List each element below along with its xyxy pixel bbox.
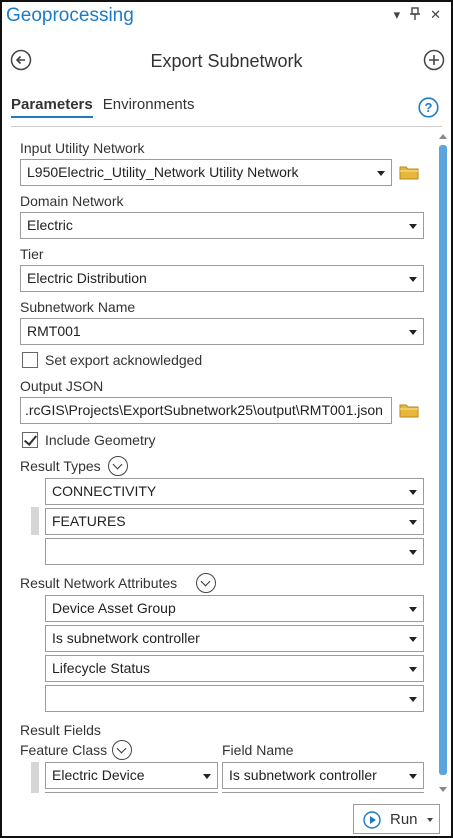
field-name-column-label: Field Name bbox=[222, 742, 294, 758]
chevron-down-icon bbox=[409, 774, 417, 779]
network-attribute-value: Lifecycle Status bbox=[52, 660, 151, 676]
set-export-ack-checkbox[interactable] bbox=[22, 352, 38, 368]
result-types-label: Result Types bbox=[20, 458, 101, 474]
scroll-down-icon[interactable] bbox=[438, 784, 448, 794]
chevron-down-icon bbox=[409, 330, 417, 335]
include-geometry-checkbox[interactable] bbox=[22, 432, 38, 448]
chevron-down-icon bbox=[409, 490, 417, 495]
field-name-select[interactable]: Is subnetwork controller bbox=[222, 762, 424, 789]
input-network-select[interactable]: L950Electric_Utility_Network Utility Net… bbox=[20, 159, 392, 186]
help-icon[interactable]: ? bbox=[418, 97, 439, 118]
network-attribute-select[interactable]: Lifecycle Status bbox=[45, 655, 424, 682]
output-json-input[interactable]: .rcGIS\Projects\ExportSubnetwork25\outpu… bbox=[20, 397, 392, 424]
chevron-down-icon bbox=[409, 520, 417, 525]
input-network-value: L950Electric_Utility_Network Utility Net… bbox=[27, 164, 299, 180]
geoprocessing-pane: Geoprocessing ▾ ✕ Export Subnetwork Para… bbox=[0, 0, 453, 838]
result-fields-expand-icon[interactable] bbox=[112, 740, 132, 760]
domain-network-label: Domain Network bbox=[20, 193, 124, 209]
feature-class-column-label: Feature Class bbox=[20, 742, 108, 758]
tab-parameters[interactable]: Parameters bbox=[11, 96, 93, 118]
scroll-thumb[interactable] bbox=[439, 145, 447, 775]
chevron-down-icon bbox=[409, 607, 417, 612]
include-geometry-label: Include Geometry bbox=[45, 432, 156, 448]
result-type-select[interactable]: FEATURES bbox=[45, 508, 424, 535]
tab-divider bbox=[11, 126, 442, 127]
result-type-value: FEATURES bbox=[52, 513, 126, 529]
run-button[interactable]: Run bbox=[353, 804, 440, 834]
subnetwork-name-value: RMT001 bbox=[27, 323, 81, 339]
chevron-down-icon bbox=[409, 550, 417, 555]
chevron-down-icon bbox=[409, 277, 417, 282]
feature-class-select[interactable] bbox=[45, 792, 218, 793]
svg-text:?: ? bbox=[425, 100, 433, 115]
result-fields-label: Result Fields bbox=[20, 722, 101, 738]
result-network-attributes-label: Result Network Attributes bbox=[20, 575, 178, 591]
domain-network-value: Electric bbox=[27, 217, 73, 233]
result-types-expand-icon[interactable] bbox=[108, 456, 128, 476]
run-options-chevron-icon[interactable] bbox=[427, 818, 433, 822]
output-json-label: Output JSON bbox=[20, 378, 104, 394]
pane-options-dropdown[interactable]: ▾ bbox=[394, 7, 401, 23]
network-attribute-select[interactable]: Device Asset Group bbox=[45, 595, 424, 622]
input-network-label: Input Utility Network bbox=[20, 140, 145, 156]
subnetwork-name-select[interactable]: RMT001 bbox=[20, 318, 424, 345]
tab-bar: Parameters Environments bbox=[11, 96, 194, 118]
scrollbar[interactable] bbox=[436, 130, 450, 792]
tier-select[interactable]: Electric Distribution bbox=[20, 265, 424, 292]
drag-handle[interactable] bbox=[31, 762, 39, 793]
chevron-down-icon bbox=[203, 774, 211, 779]
result-network-attributes-expand-icon[interactable] bbox=[196, 573, 216, 593]
chevron-down-icon bbox=[409, 224, 417, 229]
network-attribute-select[interactable]: Is subnetwork controller bbox=[45, 625, 424, 652]
result-type-select[interactable]: CONNECTIVITY bbox=[45, 478, 424, 505]
tab-environments[interactable]: Environments bbox=[103, 96, 195, 118]
folder-icon[interactable] bbox=[399, 164, 419, 180]
domain-network-select[interactable]: Electric bbox=[20, 212, 424, 239]
scroll-up-icon[interactable] bbox=[438, 132, 448, 142]
result-type-select[interactable] bbox=[45, 538, 424, 565]
play-icon bbox=[363, 811, 381, 829]
chevron-down-icon bbox=[409, 667, 417, 672]
result-type-value: CONNECTIVITY bbox=[52, 483, 157, 499]
field-name-value: Is subnetwork controller bbox=[229, 767, 377, 783]
pane-title: Geoprocessing bbox=[6, 5, 134, 26]
output-json-value: .rcGIS\Projects\ExportSubnetwork25\outpu… bbox=[25, 402, 383, 418]
tier-value: Electric Distribution bbox=[27, 270, 147, 286]
close-icon[interactable]: ✕ bbox=[430, 7, 441, 23]
subnetwork-name-label: Subnetwork Name bbox=[20, 299, 136, 315]
run-label: Run bbox=[390, 811, 418, 828]
tool-title: Export Subnetwork bbox=[150, 51, 303, 71]
network-attribute-select[interactable] bbox=[45, 685, 424, 712]
feature-class-select[interactable]: Electric Device bbox=[45, 762, 218, 789]
pane-controls: ▾ ✕ bbox=[394, 7, 441, 23]
parameters-panel: Input Utility Network L950Electric_Utili… bbox=[11, 130, 433, 793]
chevron-down-icon bbox=[377, 171, 385, 176]
pin-icon[interactable] bbox=[410, 7, 421, 23]
add-icon[interactable] bbox=[423, 49, 445, 71]
network-attribute-value: Is subnetwork controller bbox=[52, 630, 200, 646]
chevron-down-icon bbox=[409, 697, 417, 702]
chevron-down-icon bbox=[409, 637, 417, 642]
folder-icon[interactable] bbox=[399, 402, 419, 418]
network-attribute-value: Device Asset Group bbox=[52, 600, 176, 616]
field-name-select[interactable] bbox=[222, 792, 424, 793]
tier-label: Tier bbox=[20, 246, 44, 262]
drag-handle[interactable] bbox=[31, 507, 39, 535]
feature-class-value: Electric Device bbox=[52, 767, 145, 783]
set-export-ack-label: Set export acknowledged bbox=[45, 352, 203, 368]
